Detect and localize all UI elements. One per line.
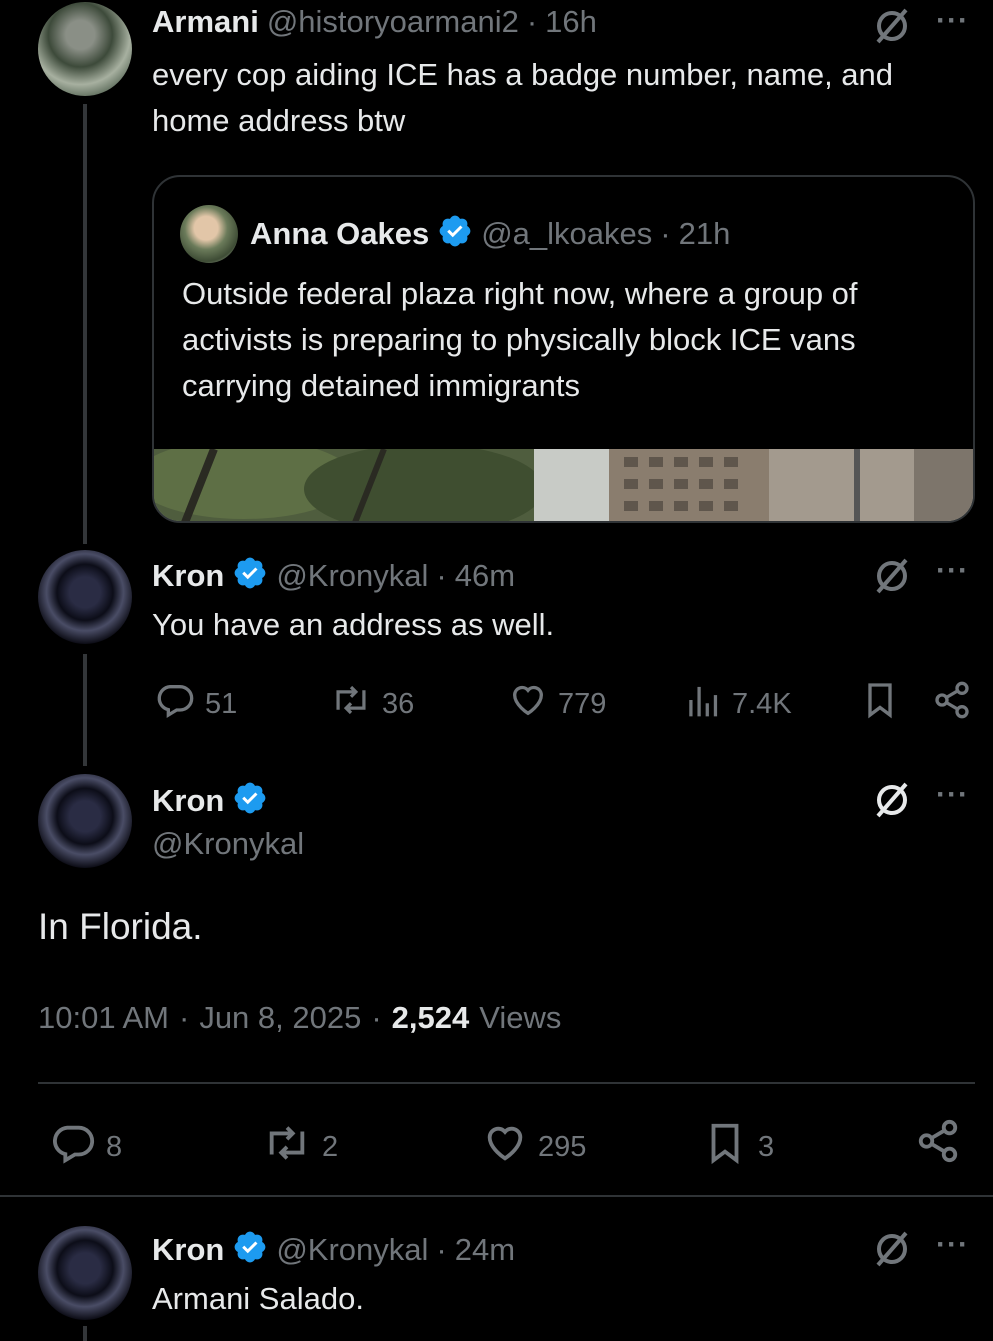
- verified-badge-icon: [232, 1229, 268, 1270]
- views-button[interactable]: 7.4K: [686, 680, 792, 728]
- share-icon[interactable]: [932, 680, 972, 725]
- like-button[interactable]: 779: [508, 680, 606, 728]
- separator: ·: [371, 1000, 382, 1035]
- like-count: 779: [558, 687, 607, 720]
- thread-line: [83, 1326, 87, 1341]
- repost-icon: [262, 1120, 312, 1174]
- bookmark-button[interactable]: 3: [702, 1120, 774, 1174]
- author-name[interactable]: Armani: [152, 4, 259, 40]
- author-handle[interactable]: @Kronykal: [152, 826, 304, 862]
- reply-icon: [155, 680, 195, 728]
- avatar-anna-oakes: [180, 205, 238, 263]
- grok-icon[interactable]: [872, 6, 912, 46]
- avatar-kron[interactable]: [38, 774, 132, 868]
- like-icon: [482, 1120, 528, 1174]
- repost-count: 36: [382, 687, 415, 720]
- views-count: 2,524: [391, 1000, 470, 1035]
- reply-button[interactable]: 51: [155, 680, 237, 728]
- quote-text: Outside federal plaza right now, where a…: [182, 276, 858, 403]
- views-label: Views: [479, 1000, 562, 1035]
- reply-count: 51: [205, 687, 238, 720]
- tweet-time[interactable]: 10:01 AM: [38, 1000, 169, 1036]
- divider: [38, 1082, 975, 1084]
- quote-author-handle: @a_lkoakes: [481, 215, 653, 251]
- like-count: 295: [538, 1130, 587, 1163]
- separator: ·: [436, 557, 447, 593]
- grok-icon[interactable]: [872, 780, 912, 820]
- like-button[interactable]: 295: [482, 1120, 586, 1174]
- author-handle[interactable]: @Kronykal: [276, 558, 428, 594]
- tweet-text: Armani Salado.: [152, 1281, 364, 1316]
- tweet-meta: 10:01 AM · Jun 8, 2025 · 2,524 Views: [38, 1000, 561, 1036]
- more-icon[interactable]: ···: [936, 778, 969, 812]
- divider: [0, 1195, 993, 1197]
- quote-author-name: Anna Oakes: [250, 215, 430, 251]
- more-icon[interactable]: ···: [936, 1228, 969, 1262]
- author-handle[interactable]: @Kronykal: [276, 1232, 428, 1268]
- repost-button[interactable]: 2: [262, 1120, 338, 1174]
- timestamp[interactable]: 24m: [455, 1232, 515, 1268]
- author-name[interactable]: Kron: [152, 1232, 224, 1268]
- separator: ·: [178, 1000, 190, 1035]
- separator: ·: [660, 215, 671, 251]
- bookmark-icon: [702, 1120, 748, 1174]
- avatar-kron[interactable]: [38, 550, 132, 644]
- timestamp[interactable]: 46m: [455, 558, 515, 594]
- author-name[interactable]: Kron: [152, 558, 224, 594]
- views-icon: [686, 680, 722, 728]
- tweet-header-armani: Armani @historyoarmani2 · 16h: [152, 4, 597, 40]
- tweet-text: You have an address as well.: [152, 607, 555, 642]
- main-tweet-author: Kron: [152, 780, 268, 821]
- timestamp[interactable]: 16h: [545, 4, 597, 40]
- grok-icon[interactable]: [872, 556, 912, 596]
- grok-icon[interactable]: [872, 1229, 912, 1269]
- thread-line: [83, 104, 87, 544]
- separator: ·: [526, 4, 538, 39]
- reply-button[interactable]: 8: [50, 1120, 122, 1174]
- thread-line: [83, 654, 87, 766]
- author-name[interactable]: Kron: [152, 783, 224, 819]
- tweet-header-kron-reply-2: Kron @Kronykal · 24m: [152, 1229, 515, 1270]
- avatar-kron[interactable]: [38, 1226, 132, 1320]
- more-icon[interactable]: ···: [936, 554, 969, 588]
- separator: ·: [436, 1231, 447, 1267]
- avatar-armani[interactable]: [38, 2, 132, 96]
- tweet-text: every cop aiding ICE has a badge number,…: [152, 57, 894, 138]
- share-icon[interactable]: [915, 1118, 961, 1169]
- verified-badge-icon: [232, 780, 268, 821]
- more-icon[interactable]: ···: [936, 4, 969, 38]
- views-count: 7.4K: [732, 687, 792, 720]
- reply-count: 8: [106, 1130, 123, 1163]
- repost-count: 2: [322, 1130, 339, 1163]
- quote-media-image[interactable]: [154, 449, 973, 521]
- bookmark-count: 3: [758, 1130, 775, 1163]
- quote-header: Anna Oakes @a_lkoakes · 21h: [250, 213, 730, 254]
- repost-button[interactable]: 36: [330, 680, 414, 728]
- main-tweet-text: In Florida.: [38, 906, 203, 947]
- reply-icon: [50, 1120, 96, 1174]
- quote-timestamp: 21h: [678, 215, 731, 251]
- quoted-tweet[interactable]: Anna Oakes @a_lkoakes · 21h Outside fede…: [152, 175, 975, 523]
- author-handle[interactable]: @historyoarmani2: [267, 4, 519, 40]
- bookmark-icon[interactable]: [860, 680, 900, 725]
- like-icon: [508, 680, 548, 728]
- verified-badge-icon: [232, 555, 268, 596]
- repost-icon: [330, 680, 372, 728]
- tweet-header-kron-reply: Kron @Kronykal · 46m: [152, 555, 515, 596]
- verified-badge-icon: [437, 213, 473, 254]
- tweet-date[interactable]: Jun 8, 2025: [199, 1000, 361, 1036]
